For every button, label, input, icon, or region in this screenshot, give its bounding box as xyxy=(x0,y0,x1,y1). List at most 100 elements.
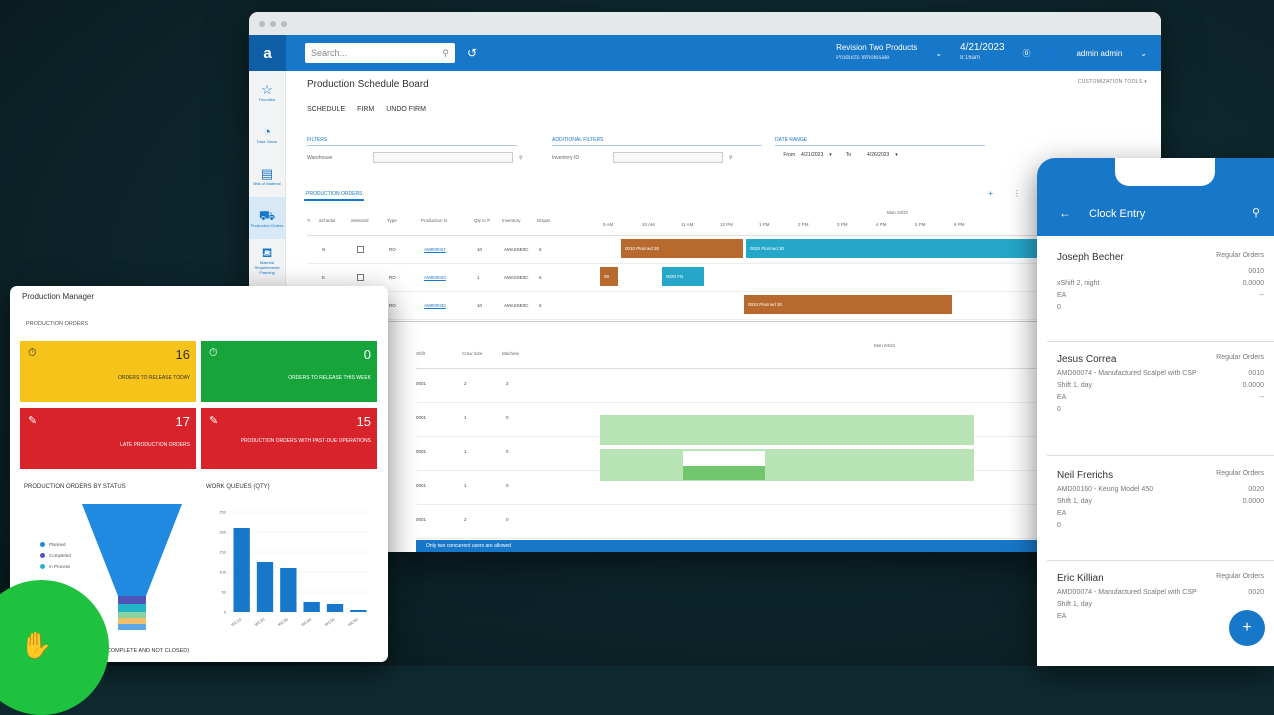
sidebar-item-favorites[interactable]: ☆ Favorites xyxy=(249,71,285,113)
production-order-link[interactable]: AM000032 xyxy=(424,303,446,308)
table-row[interactable]: N RO AM000032 10 AMASSE0C 5 xyxy=(307,292,1161,320)
tab-production-orders[interactable]: PRODUCTION ORDERS xyxy=(304,189,365,201)
from-label: From xyxy=(783,152,795,158)
additional-filters-group: ADDITIONAL FILTERS Inventory ID ⚲ xyxy=(552,137,762,163)
list-item[interactable]: Neil Frerichs Regular Orders AMD00160 - K… xyxy=(1057,470,1264,529)
sidebar-label: Data Views xyxy=(256,138,278,144)
funnel-segment[interactable] xyxy=(118,618,146,624)
bar-wc10[interactable] xyxy=(233,528,250,612)
col-header[interactable]: Crew Size xyxy=(462,351,483,356)
funnel-segment-completed[interactable] xyxy=(118,596,146,604)
chevron-down-icon[interactable]: ▾ xyxy=(895,152,898,158)
firm-button[interactable]: FIRM xyxy=(357,106,374,113)
funnel-segment-planned[interactable] xyxy=(82,504,182,596)
history-icon[interactable]: ↺ xyxy=(467,46,477,60)
cell: 0001 xyxy=(416,483,427,488)
gantt-bar[interactable]: 00 xyxy=(600,267,618,286)
cell: 1 xyxy=(464,415,467,420)
kpi-tile-past-due[interactable]: ✎ 15 PRODUCTION ORDERS WITH PAST-DUE OPE… xyxy=(201,408,377,469)
list-item[interactable]: Joseph Becher Regular Orders 0010 xShift … xyxy=(1057,252,1264,311)
inventory-id-field[interactable] xyxy=(613,152,723,163)
col-header[interactable]: Schedul xyxy=(319,218,335,223)
capacity-block[interactable] xyxy=(600,415,974,445)
funnel-segment-in-process[interactable] xyxy=(118,604,146,612)
user-name[interactable]: admin admin xyxy=(1076,49,1122,58)
col-header[interactable]: Shift xyxy=(416,351,425,356)
chevron-down-icon[interactable]: ⌄ xyxy=(1140,49,1147,58)
production-order-link[interactable]: AM000027 xyxy=(424,247,446,252)
list-item[interactable]: Eric Killian Regular Orders AMD00074 - Ma… xyxy=(1057,573,1264,620)
window-dot[interactable] xyxy=(259,20,265,27)
col-header[interactable]: Machine xyxy=(502,351,519,356)
item-desc: AMD00074 - Manufactured Scalpel with CSP xyxy=(1057,589,1197,596)
capacity-used-block[interactable] xyxy=(683,466,765,480)
user-icon[interactable]: 👤 xyxy=(1049,49,1059,58)
bar-wc30[interactable] xyxy=(280,568,297,612)
help-icon[interactable]: ⓪ xyxy=(1023,48,1031,59)
employee-name: Jesus Correa xyxy=(1057,354,1117,365)
search-input[interactable]: Search... ⚲ xyxy=(305,43,455,63)
y-tick-label: 0 xyxy=(224,610,227,615)
sidebar-item-production-orders[interactable]: ⛟ Production Orders xyxy=(249,197,285,239)
cell: 0001 xyxy=(416,415,427,420)
chevron-down-icon[interactable]: ▾ xyxy=(829,152,832,158)
kpi-tile-release-today[interactable]: ⏱ 16 ORDERS TO RELEASE TODAY xyxy=(20,341,196,402)
sidebar-item-mrp[interactable]: ⛾ Material Requirements Planning xyxy=(249,239,285,281)
bar-wc60[interactable] xyxy=(350,610,367,612)
table-row[interactable]: E RO AM000033 1 AMASSE0C 5 xyxy=(307,264,1161,292)
bar-wc20[interactable] xyxy=(256,562,274,612)
pin-icon[interactable]: ✎ xyxy=(307,218,311,224)
sidebar-item-data-views[interactable]: ◔ Data Views xyxy=(249,113,285,155)
window-dot[interactable] xyxy=(270,20,276,27)
production-order-link[interactable]: AM000033 xyxy=(424,275,446,280)
search-icon[interactable]: ⚲ xyxy=(729,155,733,161)
bar-wc40[interactable] xyxy=(303,602,320,612)
employee-name: Joseph Becher xyxy=(1057,252,1124,263)
app-logo-icon[interactable]: a xyxy=(249,35,286,71)
time-tick-label: 6 PM xyxy=(954,222,965,227)
cell: 5 xyxy=(539,247,542,252)
add-icon[interactable]: + xyxy=(988,189,993,198)
row-checkbox[interactable] xyxy=(357,274,364,281)
col-header[interactable]: Selected xyxy=(351,218,369,223)
search-icon[interactable]: ⚲ xyxy=(442,48,449,59)
col-header[interactable]: Production N xyxy=(421,218,447,223)
kpi-tile-late-orders[interactable]: ✎ 17 LATE PRODUCTION ORDERS xyxy=(20,408,196,469)
cell: 2 xyxy=(464,381,467,386)
y-tick-label: 250 xyxy=(219,510,226,515)
warehouse-field[interactable] xyxy=(373,152,513,163)
schedule-button[interactable]: SCHEDULE xyxy=(307,106,345,113)
customization-tools-links[interactable]: CUSTOMIZATION TOOLS ▾ xyxy=(1078,79,1147,85)
search-icon[interactable]: ⚲ xyxy=(519,155,523,161)
col-header[interactable]: Qty to P xyxy=(474,218,490,223)
back-arrow-icon[interactable]: ← xyxy=(1059,206,1071,220)
search-icon[interactable]: ⚲ xyxy=(1252,206,1260,219)
operation: 0020 xyxy=(1248,589,1264,596)
section-heading: Y (COMPLETE AND NOT CLOSED) xyxy=(100,648,190,654)
company-selector[interactable]: Revision Two Products Products Wholesale xyxy=(836,43,917,63)
add-entry-button[interactable]: + xyxy=(1229,610,1265,646)
sidebar-item-bom[interactable]: ▤ Bills of Material xyxy=(249,155,285,197)
gantt-bar[interactable]: 0010 Planned 30 xyxy=(621,239,743,258)
window-dot[interactable] xyxy=(281,20,287,27)
list-item[interactable]: Jesus Correa Regular Orders AMD00074 - Ma… xyxy=(1057,354,1264,413)
col-header[interactable]: Dispat xyxy=(537,218,550,223)
gantt-bar[interactable]: 0020 FN xyxy=(662,267,704,286)
capacity-block[interactable] xyxy=(600,449,974,481)
funnel-segment[interactable] xyxy=(118,612,146,618)
chart-icon: ◔ xyxy=(263,123,271,139)
col-header[interactable]: Inventory xyxy=(502,218,521,223)
more-icon[interactable]: ⋮ xyxy=(1013,189,1021,198)
bar-wc50[interactable] xyxy=(326,604,344,612)
cell: N xyxy=(322,247,326,252)
chevron-down-icon[interactable]: ⌄ xyxy=(935,49,942,58)
gantt-bar[interactable]: 0010 Planned 30 xyxy=(744,295,952,314)
undo-firm-button[interactable]: UNDO FIRM xyxy=(386,106,426,113)
row-checkbox[interactable] xyxy=(357,246,364,253)
kpi-tile-release-week[interactable]: ⏱ 0 ORDERS TO RELEASE THIS WEEK xyxy=(201,341,377,402)
col-header[interactable]: Type xyxy=(387,218,397,223)
to-date-field[interactable]: 4/26/2023 xyxy=(867,152,889,158)
date-selector[interactable]: 4/21/2023 8:16am xyxy=(960,43,1005,63)
funnel-segment[interactable] xyxy=(118,624,146,630)
from-date-field[interactable]: 4/21/2023 xyxy=(801,152,823,158)
